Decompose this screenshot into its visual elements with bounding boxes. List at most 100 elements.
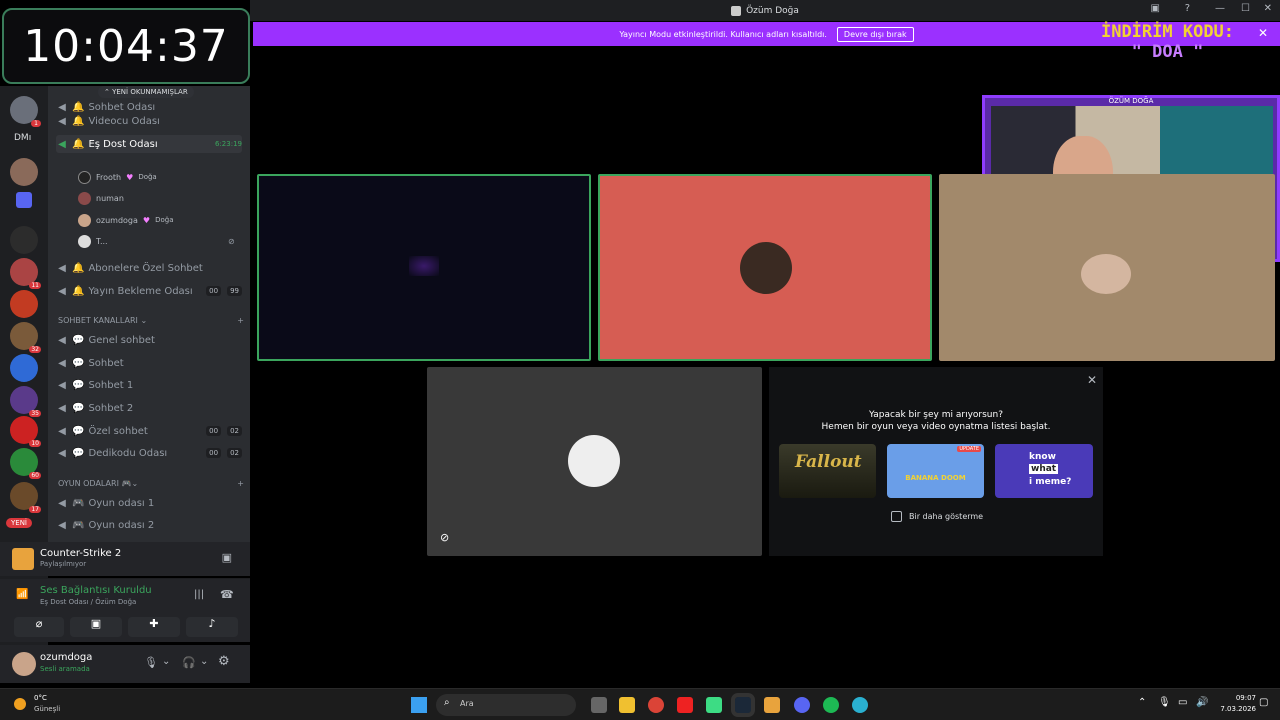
- voice-status[interactable]: Ses Bağlantısı Kuruldu: [40, 585, 152, 596]
- disable-streamer-mode-button[interactable]: Devre dışı bırak: [836, 26, 914, 42]
- headphones-icon[interactable]: 🎧: [182, 656, 196, 669]
- channel-es-dost-odasi[interactable]: ◀ 🔔 Eş Dost Odası 6:23:19: [56, 135, 242, 153]
- minimize-button[interactable]: —: [1215, 3, 1225, 14]
- channel-sohbet[interactable]: ◀ 💬 Sohbet: [56, 354, 242, 372]
- channel-ozel-sohbet[interactable]: ◀ 💬 Özel sohbet 00 02: [56, 422, 242, 440]
- inbox-icon[interactable]: ▣: [1151, 3, 1160, 14]
- channel-yayin-bekleme[interactable]: ◀ 🔔 Yayın Bekleme Odası 00 99: [56, 282, 242, 300]
- spotify-icon[interactable]: [823, 697, 839, 713]
- edge-icon[interactable]: [852, 697, 868, 713]
- android-studio-icon[interactable]: [706, 697, 722, 713]
- update-badge: UPDATE: [957, 446, 981, 452]
- stream-game-icon[interactable]: ▣: [222, 551, 232, 564]
- steam-icon[interactable]: [731, 693, 755, 717]
- channel-oyun-odasi-1[interactable]: ◀ 🎮 Oyun odası 1: [56, 494, 242, 512]
- channel-genel-sohbet[interactable]: ◀ 💬 Genel sohbet: [56, 331, 242, 349]
- settings-icon[interactable]: ⚙: [218, 654, 230, 669]
- weather-temp[interactable]: 0°C: [34, 694, 47, 702]
- channel-dedikodu-odasi[interactable]: ◀ 💬 Dedikodu Odası 00 02: [56, 444, 242, 462]
- new-badge[interactable]: YENİ: [6, 518, 32, 528]
- voice-member[interactable]: ozumdoga ♥ Doğa: [78, 211, 174, 229]
- channel-sohbet-1[interactable]: ◀ 💬 Sohbet 1: [56, 376, 242, 394]
- vscode-icon[interactable]: [764, 697, 780, 713]
- notification-icon[interactable]: ▢: [1259, 697, 1268, 708]
- server-icon-1[interactable]: 1: [10, 96, 41, 127]
- chevron-down-icon[interactable]: ⌄: [200, 656, 208, 667]
- avatar: [78, 234, 91, 248]
- close-icon[interactable]: ✕: [1087, 373, 1097, 387]
- server-icon-8[interactable]: 35: [10, 386, 41, 417]
- signal-icon[interactable]: 📶: [16, 589, 28, 600]
- video-tile-gray[interactable]: ⊘: [427, 367, 762, 556]
- voice-member[interactable]: T... ⊘: [78, 232, 235, 250]
- server-icon-3[interactable]: [10, 226, 38, 254]
- add-channel-icon[interactable]: +: [237, 479, 244, 488]
- weather-icon[interactable]: [14, 698, 26, 710]
- username[interactable]: ozumdoga: [40, 652, 92, 663]
- server-icon-10[interactable]: 60: [10, 448, 41, 479]
- tray-chevron-icon[interactable]: ⌃: [1138, 697, 1146, 708]
- maximize-button[interactable]: ☐: [1241, 3, 1250, 14]
- activity-card-banana-doom[interactable]: UPDATE BANANA DOOM: [887, 444, 984, 498]
- voice-member[interactable]: numan: [78, 189, 124, 207]
- video-tile-dark[interactable]: [257, 174, 591, 361]
- windows-start-icon[interactable]: [411, 697, 427, 713]
- category-sohbet-kanallari[interactable]: SOHBET KANALLARI ⌄ +: [58, 316, 244, 325]
- chevron-down-icon[interactable]: ⌄: [162, 656, 170, 667]
- volume-icon[interactable]: 🔊: [1196, 697, 1208, 708]
- folder-icon[interactable]: [16, 192, 32, 208]
- new-unreads-pill[interactable]: ⌃ YENİ OKUNMAMIŞLAR: [98, 86, 194, 98]
- microphone-icon[interactable]: 🎙: [144, 656, 158, 669]
- network-icon[interactable]: ▭: [1178, 697, 1187, 708]
- clock-time[interactable]: 09:07: [1222, 694, 1256, 702]
- youtube-icon[interactable]: [677, 697, 693, 713]
- video-tile-tan[interactable]: [939, 174, 1275, 361]
- video-tile-red[interactable]: [598, 174, 932, 361]
- disconnect-icon[interactable]: ☎: [220, 588, 234, 601]
- close-window-button[interactable]: ✕: [1264, 3, 1272, 14]
- speaker-icon: ◀: [58, 138, 66, 150]
- voice-channel[interactable]: Eş Dost Odası / Özüm Doğa: [40, 598, 136, 606]
- activities-button[interactable]: ✚: [128, 617, 180, 637]
- dm-label[interactable]: DMı: [14, 133, 31, 143]
- file-explorer-icon[interactable]: [619, 697, 635, 713]
- close-icon[interactable]: ✕: [1258, 26, 1268, 40]
- avatar: [568, 435, 620, 487]
- dont-show-again-label[interactable]: Bir daha gösterme: [909, 512, 983, 521]
- screen-share-button[interactable]: ▣: [70, 617, 122, 637]
- server-icon-4[interactable]: 11: [10, 258, 41, 289]
- search-box[interactable]: ⌕ Ara: [436, 694, 576, 716]
- speaker-icon: ◀: [58, 379, 66, 391]
- activity-card-fallout[interactable]: Fallout: [779, 444, 876, 498]
- channel-name: Özel sohbet: [88, 425, 148, 437]
- server-icon-6[interactable]: 32: [10, 322, 41, 353]
- discord-icon[interactable]: [794, 697, 810, 713]
- voice-member[interactable]: Frooth ♥ Doğa: [78, 168, 157, 186]
- dont-show-again-checkbox[interactable]: [891, 511, 902, 522]
- microphone-icon[interactable]: 🎙: [1158, 697, 1171, 708]
- bell-icon: 🔔: [72, 138, 85, 150]
- soundboard-button[interactable]: ♪: [186, 617, 238, 637]
- server-icon-5[interactable]: [10, 290, 38, 318]
- camera-off-button[interactable]: ⌀: [14, 617, 64, 637]
- add-channel-icon[interactable]: +: [237, 316, 244, 325]
- chrome-icon[interactable]: [648, 697, 664, 713]
- clock-date[interactable]: 7.03.2026: [1214, 705, 1256, 713]
- weather-text[interactable]: Güneşli: [34, 705, 60, 713]
- server-icon-9[interactable]: 10: [10, 416, 41, 447]
- activity-card-know-what-i-meme[interactable]: know what i meme?: [995, 444, 1093, 498]
- channel-sohbet-2[interactable]: ◀ 💬 Sohbet 2: [56, 399, 242, 417]
- channel-videocu-odasi[interactable]: ◀ 🔔 Videocu Odası: [56, 112, 242, 130]
- popup-title: Yapacak bir şey mi arıyorsun?: [869, 410, 1003, 420]
- help-icon[interactable]: ?: [1185, 3, 1190, 14]
- category-oyun-odalari[interactable]: OYUN ODALARI 🎮 ⌄ +: [58, 479, 244, 488]
- user-count: 00: [206, 286, 222, 296]
- server-icon-11[interactable]: 17: [10, 482, 41, 513]
- task-view-icon[interactable]: [591, 697, 607, 713]
- noise-suppression-icon[interactable]: |||: [194, 589, 204, 600]
- channel-abonelere-ozel[interactable]: ◀ 🔔 Abonelere Özel Sohbet: [56, 259, 242, 277]
- server-icon-2[interactable]: [10, 158, 38, 186]
- avatar[interactable]: [12, 652, 36, 676]
- channel-oyun-odasi-2[interactable]: ◀ 🎮 Oyun odası 2: [56, 516, 242, 534]
- server-icon-7[interactable]: [10, 354, 38, 382]
